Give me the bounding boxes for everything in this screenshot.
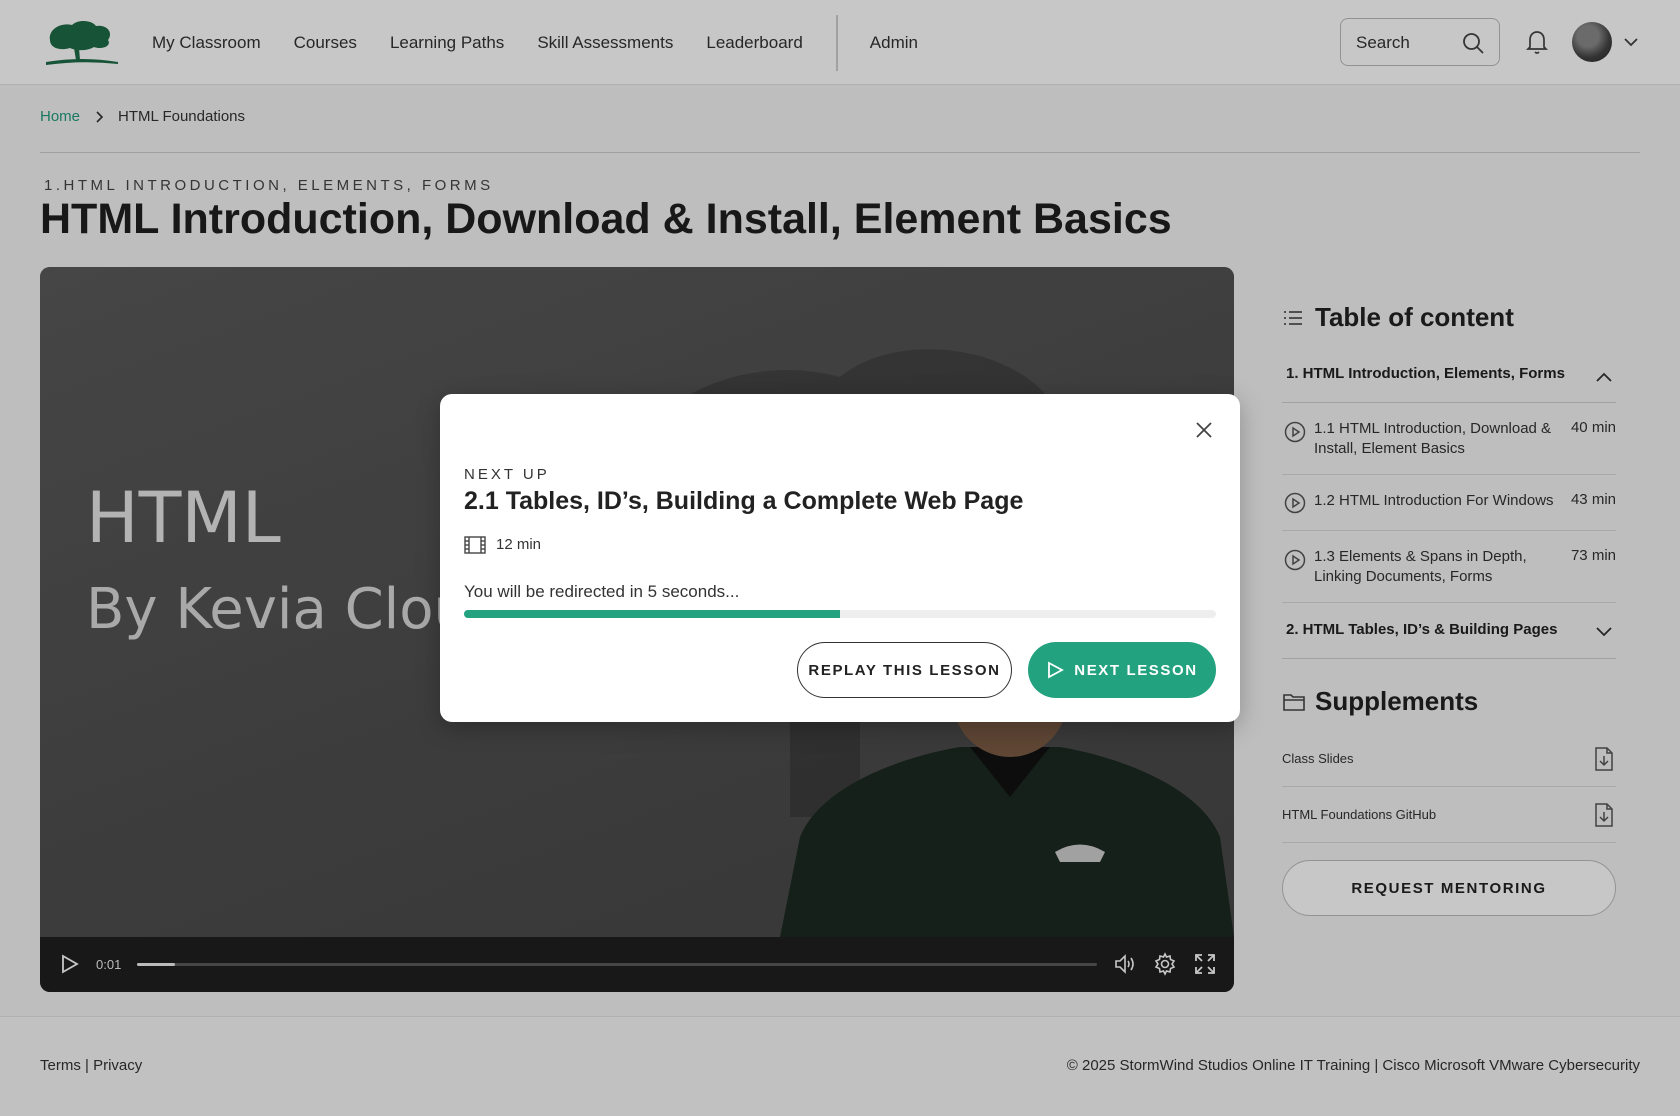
- next-lesson-title: 2.1 Tables, ID’s, Building a Complete We…: [464, 487, 1024, 515]
- redirect-progress-fill: [464, 610, 840, 618]
- close-icon[interactable]: [1194, 420, 1214, 440]
- next-up-modal: NEXT UP 2.1 Tables, ID’s, Building a Com…: [440, 394, 1240, 722]
- next-lesson-button[interactable]: NEXT LESSON: [1028, 642, 1216, 698]
- redirect-progress-bar: [464, 610, 1216, 618]
- replay-lesson-button[interactable]: REPLAY THIS LESSON: [797, 642, 1012, 698]
- redirect-countdown: You will be redirected in 5 seconds...: [464, 582, 740, 601]
- film-icon: [464, 536, 486, 554]
- play-icon: [1048, 661, 1065, 679]
- modal-eyebrow: NEXT UP: [464, 466, 550, 483]
- next-lesson-duration: 12 min: [496, 536, 542, 553]
- next-lesson-label: NEXT LESSON: [1074, 661, 1198, 679]
